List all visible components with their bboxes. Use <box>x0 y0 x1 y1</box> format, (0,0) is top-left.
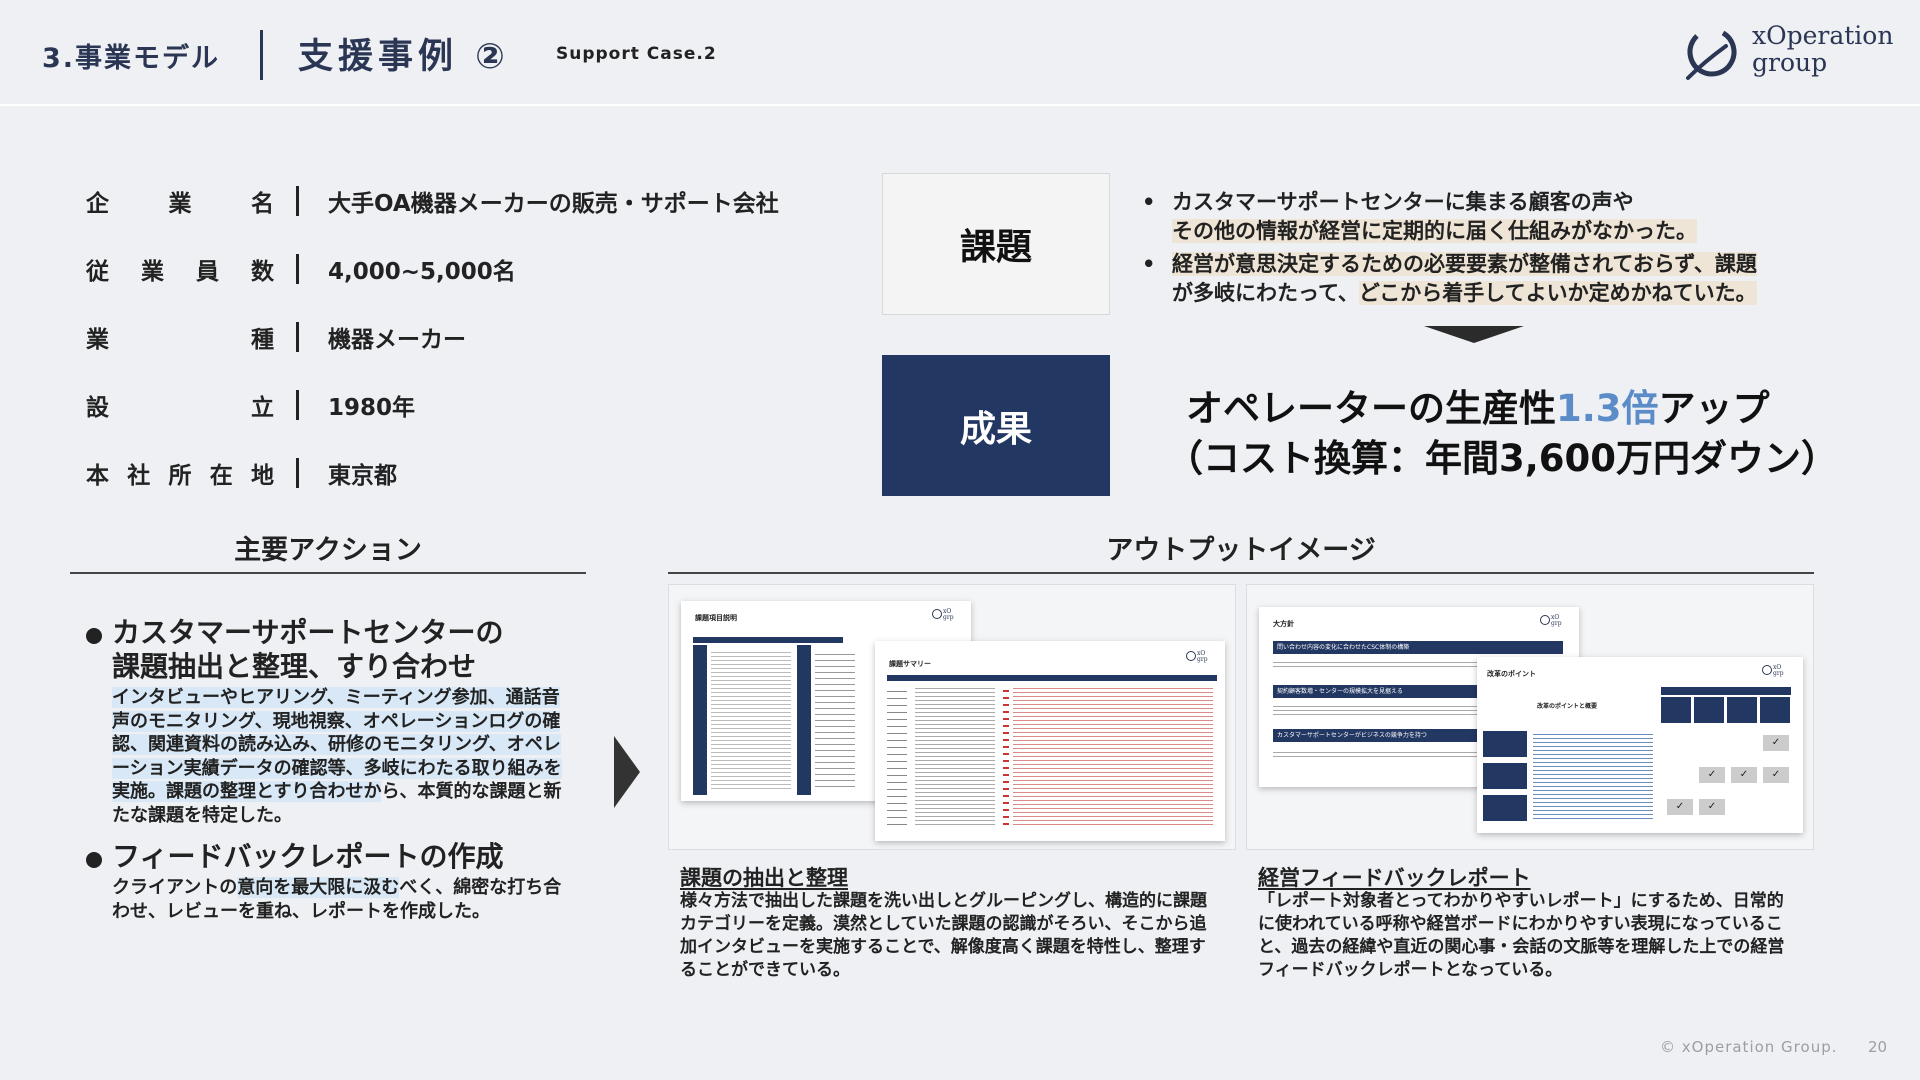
info-row-company-name: 企業名 大手OA機器メーカーの販売・サポート会社 <box>86 184 846 224</box>
slide-title: 課題項目説明 <box>695 614 737 622</box>
result-accent: 1.3倍 <box>1556 387 1659 430</box>
slide-thumbnail: 改革のポイント xO grp 改革のポイントと概要 ✓ ✓ ✓ ✓ ✓ ✓ <box>1477 657 1803 833</box>
company-logo: xOperation group <box>1682 22 1893 82</box>
info-divider <box>296 390 299 420</box>
slide-text <box>1273 749 1503 757</box>
header-divider <box>260 30 263 80</box>
table-marker <box>1003 685 1009 825</box>
result-label-box: 成果 <box>882 355 1110 496</box>
mini-logo-icon: xO grp <box>1762 664 1784 677</box>
page-subtitle: Support Case.2 <box>556 44 717 64</box>
logo-icon <box>1686 27 1737 80</box>
header: 3.事業モデル 支援事例 ② Support Case.2 xOperation… <box>0 0 1920 106</box>
info-row-employees: 従業員数 4,000~5,000名 <box>86 252 846 292</box>
slide-text <box>1533 731 1653 821</box>
info-value: 東京都 <box>328 463 397 489</box>
output-image-feedback-report: 大方針 xO grp 問い合わせ内容の変化に合わせたCSC体制の構築 契約顧客数増… <box>1246 584 1814 850</box>
table-text <box>711 649 791 789</box>
slide-band: 問い合わせ内容の変化に合わせたCSC体制の構築 <box>1273 641 1563 654</box>
slide-subtitle: 改革のポイントと概要 <box>1537 703 1598 710</box>
mini-logo-icon: xO grp <box>1186 650 1208 663</box>
result-headline: オペレーターの生産性1.3倍アップ <box>1186 387 1770 430</box>
table-text <box>887 685 907 825</box>
issue-item: カスタマーサポートセンターに集まる顧客の声や その他の情報が経営に定期的に届く仕… <box>1136 188 1796 246</box>
output-heading: アウトプットイメージ <box>1106 535 1376 566</box>
output-caption: 様々方法で抽出した課題を洗い出しとグルーピングし、構造的に課題カテゴリーを定義。… <box>680 891 1207 980</box>
slide-text <box>1273 659 1503 669</box>
info-label: 従業員数 <box>86 259 274 285</box>
info-value: 機器メーカー <box>328 327 466 353</box>
info-value: 4,000~5,000名 <box>328 259 516 285</box>
logo-line-2: group <box>1752 48 1828 77</box>
info-divider <box>296 322 299 352</box>
row-label <box>1483 763 1527 789</box>
logo-text: xOperation group <box>1752 22 1893 76</box>
info-value: 1980年 <box>328 395 416 421</box>
info-label: 設立 <box>86 395 274 421</box>
table-text <box>915 685 995 825</box>
check-icon: ✓ <box>1763 735 1789 751</box>
check-icon: ✓ <box>1699 799 1725 815</box>
slide-title: 大方針 <box>1273 620 1294 628</box>
page-number: 20 <box>1868 1038 1888 1056</box>
table-header <box>693 637 843 643</box>
info-row-industry: 業種 機器メーカー <box>86 320 846 360</box>
output-caption-title: 課題の抽出と整理 <box>680 866 848 890</box>
slide-title: 課題サマリー <box>889 660 931 668</box>
logo-line-1: xOperation <box>1752 21 1894 50</box>
info-value: 大手OA機器メーカーの販売・サポート会社 <box>328 191 779 217</box>
page-title: 支援事例 ② <box>298 37 510 77</box>
table-header <box>1661 687 1791 695</box>
section-label: 3.事業モデル <box>42 43 221 74</box>
table-header <box>887 675 1217 681</box>
table-column <box>797 645 811 795</box>
arrow-right-icon <box>614 736 640 808</box>
info-divider <box>296 254 299 284</box>
info-row-founded: 設立 1980年 <box>86 388 846 428</box>
actions-heading-rule <box>70 572 586 574</box>
check-icon: ✓ <box>1731 767 1757 783</box>
mini-logo-icon: xO grp <box>932 608 954 621</box>
table-header <box>1661 697 1791 723</box>
slide-title: 改革のポイント <box>1487 670 1536 678</box>
table-text <box>1013 685 1213 825</box>
info-label: 業種 <box>86 327 274 353</box>
row-label <box>1483 731 1527 757</box>
result-subline: （コスト換算：年間3,600万円ダウン） <box>1166 437 1839 480</box>
action-description: クライアントの意向を最大限に汲むべく、綿密な打ち合わせ、レビューを重ね、レポート… <box>112 877 562 922</box>
check-icon: ✓ <box>1763 767 1789 783</box>
copyright: © xOperation Group. <box>1660 1038 1838 1056</box>
slide-text <box>1273 703 1503 717</box>
issue-list: カスタマーサポートセンターに集まる顧客の声や その他の情報が経営に定期的に届く仕… <box>1136 188 1796 312</box>
row-label <box>1483 795 1527 821</box>
mini-logo-icon: xO grp <box>1540 614 1562 627</box>
actions-heading: 主要アクション <box>234 535 422 566</box>
action-item: フィードバックレポートの作成 クライアントの意向を最大限に汲むべく、綿密な打ち合… <box>86 840 566 923</box>
info-divider <box>296 186 299 216</box>
issue-item: 経営が意思決定するための必要要素が整備されておらず、課題 が多岐にわたって、どこ… <box>1136 250 1796 308</box>
action-title: カスタマーサポートセンターの 課題抽出と整理、すり合わせ <box>86 616 566 684</box>
issue-label-box: 課題 <box>882 173 1110 315</box>
action-description: インタビューやヒアリング、ミーティング参加、通話音声のモニタリング、現地視察、オ… <box>112 687 562 826</box>
arrow-down-icon <box>1424 326 1524 343</box>
info-label: 企業名 <box>86 191 274 217</box>
output-caption-title: 経営フィードバックレポート <box>1258 866 1531 890</box>
action-title: フィードバックレポートの作成 <box>86 840 566 874</box>
info-row-headquarters: 本社所在地 東京都 <box>86 456 846 496</box>
action-item: カスタマーサポートセンターの 課題抽出と整理、すり合わせ インタビューやヒアリン… <box>86 616 566 827</box>
output-heading-rule <box>668 572 1814 574</box>
check-icon: ✓ <box>1699 767 1725 783</box>
table-column <box>693 645 707 795</box>
output-image-issue-extraction: 課題項目説明 xO grp 課題サマリー xO grp <box>668 584 1236 850</box>
check-icon: ✓ <box>1667 799 1693 815</box>
slide-thumbnail: 課題サマリー xO grp <box>875 641 1225 841</box>
info-divider <box>296 458 299 488</box>
output-caption: 「レポート対象者とってわかりやすいレポート」にするため、日常的に使われている呼称… <box>1258 891 1785 980</box>
table-text <box>815 649 855 789</box>
info-label: 本社所在地 <box>86 463 274 489</box>
